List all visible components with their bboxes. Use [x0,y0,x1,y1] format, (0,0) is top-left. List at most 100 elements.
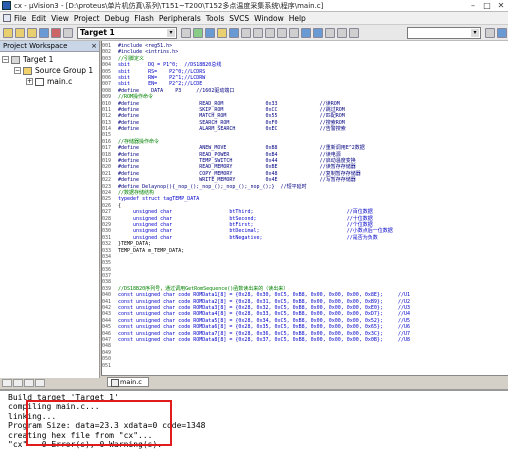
paste-icon[interactable] [265,27,275,38]
menu-view[interactable]: View [50,14,73,23]
batch-build-icon[interactable] [39,27,49,38]
code-text: { [118,202,122,209]
menu-edit[interactable]: Edit [31,14,51,23]
target-icon [11,55,20,64]
output-line: linking... [8,411,57,421]
tree-item-main-c[interactable]: + main.c [2,76,99,87]
code-text: #define READ_MEMORY 0xBE //读暂存存储器 [118,164,356,171]
tab-main-c[interactable]: main.c [107,377,149,387]
undo-icon[interactable] [277,27,287,38]
menu-peripherals[interactable]: Peripherals [158,14,205,23]
cut-icon[interactable] [241,27,251,38]
files-tab-icon[interactable] [2,379,12,387]
file-icon [35,77,44,86]
code-line[interactable]: 051 [102,363,508,369]
code-text: unsigned char btSecond; //十位数据 [118,215,373,222]
code-text: #include <intrins.h> [118,49,179,56]
menu-svcs[interactable]: SVCS [228,14,253,23]
find-in-files-icon[interactable] [485,27,495,38]
indent-icon[interactable] [301,27,311,38]
build-toolbar: Target 1 ▾ ▾ [0,25,508,41]
minimize-button[interactable]: – [466,1,480,11]
menu-debug[interactable]: Debug [104,14,134,23]
translate-icon[interactable] [3,27,13,38]
books-tab-icon[interactable] [13,379,23,387]
target-options-icon[interactable] [181,27,191,38]
code-text: #define COPY_MEMORY 0x48 //复制暂存存储器 [118,170,361,177]
code-text: sbit EN= P2^2;//LCDE [118,81,203,88]
code-text: typedef struct tagTEMP_DATA [118,196,200,203]
build-output: Build target 'Target 1' compiling main.c.… [0,389,508,474]
code-text: #define MATCH_ROM 0x55 //匹配ROM [118,113,345,120]
tree-item-source-group[interactable]: − Source Group 1 [2,65,99,76]
save-icon[interactable] [229,27,239,38]
folder-icon [23,66,32,75]
code-editor[interactable]: 001 #include <reg51.h> 002 #include <intrin… [101,41,508,375]
tree-item-label: main.c [47,77,73,86]
code-text: #define READ_ROM 0x33 //读ROM [118,100,340,107]
workspace-title: Project Workspace [3,42,68,50]
target-select[interactable]: Target 1 ▾ [77,26,177,39]
copy-icon[interactable] [253,27,263,38]
window-title: cx - µVision3 - [D:\proteus\单片机仿真\系列\T15… [14,1,324,10]
code-text: unsigned char btNegative; //是否为负数 [118,234,378,241]
components-icon[interactable] [193,27,203,38]
code-text: const unsigned char code ROMData7[8] = {… [118,330,410,337]
workspace-header: Project Workspace × [0,41,99,52]
comment-icon[interactable] [325,27,335,38]
code-text: const unsigned char code ROMData3[8] = {… [118,305,410,312]
menu-window[interactable]: Window [253,14,288,23]
redo-icon[interactable] [289,27,299,38]
code-text: }TEMP_DATA; [118,241,152,248]
code-text: #define SKIP_ROM 0xCC //跳过ROM [118,106,345,113]
code-text: //ROM操作命令 [118,94,154,101]
code-text: const unsigned char code ROMData4[8] = {… [118,311,410,318]
close-button[interactable]: ✕ [494,1,508,11]
collapse-icon[interactable]: − [14,67,21,74]
expand-icon[interactable]: + [26,78,33,85]
code-text: #define Delaynop(){_nop_();_nop_();_nop_… [118,183,307,190]
open-file-icon[interactable] [217,27,227,38]
find-icon[interactable] [349,27,359,38]
debug-icon[interactable] [497,27,507,38]
download-icon[interactable] [63,27,73,38]
build-icon[interactable] [15,27,25,38]
code-text: //DS18B20序列号，通过调用GetRomSequence()函数读出来的（… [118,285,289,292]
chevron-down-icon[interactable]: ▾ [167,28,175,37]
menu-tools[interactable]: Tools [205,14,228,23]
rebuild-icon[interactable] [27,27,37,38]
stop-build-icon[interactable] [51,27,61,38]
code-text: //存储器操作命令 [118,138,160,145]
menu-flash[interactable]: Flash [133,14,158,23]
maximize-button[interactable]: □ [480,1,494,11]
code-text: #define ALARM_SEARCH 0xEC //告警搜索 [118,126,346,133]
code-text: //引脚定义 [118,55,145,62]
code-text: const unsigned char code ROMData2[8] = {… [118,298,410,305]
code-text: unsigned char btThird; //百位数据 [118,209,373,216]
menu-project[interactable]: Project [73,14,104,23]
tree-item-target[interactable]: − Target 1 [2,54,99,65]
unindent-icon[interactable] [313,27,323,38]
chevron-down-icon[interactable]: ▾ [471,28,479,37]
output-line: "cx" - 0 Error(s), 0 Warning(s). [8,440,163,450]
search-input[interactable]: ▾ [407,26,481,39]
app-icon [2,1,11,10]
templates-tab-icon[interactable] [35,379,45,387]
target-select-value: Target 1 [80,27,115,37]
code-text: const unsigned char code ROMData8[8] = {… [118,336,410,343]
close-icon[interactable]: × [91,41,97,52]
new-file-icon[interactable] [205,27,215,38]
code-text: sbit RW= P2^1;//LCDRW [118,74,206,81]
menu-file[interactable]: File [13,14,31,23]
collapse-icon[interactable]: − [2,56,9,63]
code-text: const unsigned char code ROMData6[8] = {… [118,324,410,331]
workspace-tabs [0,378,100,388]
menu-help[interactable]: Help [288,14,310,23]
uncomment-icon[interactable] [337,27,347,38]
code-text: const unsigned char code ROMData1[8] = {… [118,292,410,299]
functions-tab-icon[interactable] [24,379,34,387]
code-text: #define ANEW_MOVE 0xB8 //重新调用E^2数据 [118,145,365,152]
output-line: Build target 'Target 1' [8,393,119,402]
code-view[interactable]: 001 #include <reg51.h> 002 #include <intrin… [102,41,508,369]
code-text: sbit DQ = P1^0; //DS18B20总线 [118,62,222,69]
